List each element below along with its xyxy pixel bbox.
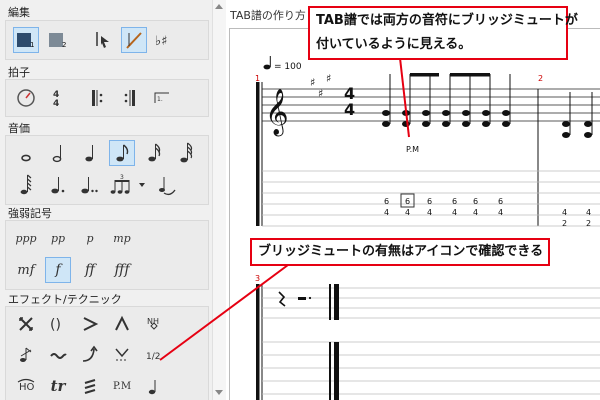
beam-1 — [410, 73, 439, 77]
tab-fret: 4 — [473, 208, 478, 217]
system-2-bracket — [256, 284, 260, 400]
tab-end-barline-thin — [329, 342, 331, 400]
tempo-note-head — [263, 64, 271, 70]
tab-numbers-measure-2: 4 2 4 2 — [562, 208, 591, 228]
tab-fret: 6 — [405, 197, 410, 206]
svg-text:♯: ♯ — [318, 87, 323, 100]
callout-bottom: ブリッジミュートの有無はアイコンで確認できる — [250, 238, 550, 266]
beam-2 — [450, 73, 490, 77]
measure-number-2: 2 — [538, 74, 543, 83]
notes-measure-2 — [562, 92, 593, 138]
tab-fret: 4 — [405, 208, 410, 217]
note-6 — [482, 74, 491, 127]
tab-fret: 4 — [562, 208, 567, 217]
system-bracket — [256, 82, 260, 226]
note-7 — [502, 74, 511, 127]
callout-leader-bottom — [159, 261, 293, 361]
measure-number-1: 1 — [255, 74, 260, 83]
rest-dot — [308, 296, 312, 300]
callout-top-line2: 付いているように見える。 — [316, 37, 472, 52]
note-4 — [442, 74, 451, 127]
end-barline-thin — [329, 284, 331, 320]
standard-staff — [262, 88, 600, 122]
tempo-value: = 100 — [274, 62, 302, 72]
tab-fret: 4 — [384, 208, 389, 217]
note-5 — [462, 74, 471, 127]
callout-top: TAB譜では両方の音符にブリッジミュートが 付いているように見える。 — [308, 6, 578, 60]
treble-clef-icon: 𝄞 — [265, 89, 289, 137]
tab-fret: 2 — [562, 219, 567, 228]
svg-text:♯: ♯ — [326, 72, 331, 85]
tab-fret: 6 — [427, 197, 432, 206]
note-1 — [382, 74, 391, 127]
tab-fret: 4 — [452, 208, 457, 217]
notes-measure-1 — [382, 73, 511, 127]
note-3 — [422, 74, 431, 127]
tab-fret: 4 — [498, 208, 503, 217]
tempo-mark: = 100 — [263, 56, 302, 72]
quarter-rest-icon — [278, 291, 286, 307]
tab-fret: 4 — [586, 208, 591, 217]
measure-number-3: 3 — [255, 274, 260, 283]
system-2-staff — [262, 287, 600, 395]
tab-fret: 6 — [384, 197, 389, 206]
key-signature: ♯♯♯ — [310, 72, 331, 100]
tab-end-barline-thick — [334, 342, 339, 400]
tab-fret: 2 — [586, 219, 591, 228]
score-canvas: = 100 1 2 3 𝄞 ♯♯♯ 4 4 P.M 6 4 6 4 6 4 6 … — [159, 56, 600, 400]
svg-text:♯: ♯ — [310, 76, 315, 89]
half-rest-icon — [298, 297, 306, 300]
callout-top-line1: TAB譜では両方の音符にブリッジミュートが — [316, 13, 578, 28]
palm-mute-label: P.M — [406, 145, 419, 154]
tab-fret: 4 — [427, 208, 432, 217]
tab-fret: 6 — [498, 197, 503, 206]
time-sig-bottom: 4 — [344, 100, 355, 119]
end-barline-thick — [334, 284, 339, 320]
tab-fret: 6 — [452, 197, 457, 206]
tab-fret: 6 — [473, 197, 478, 206]
